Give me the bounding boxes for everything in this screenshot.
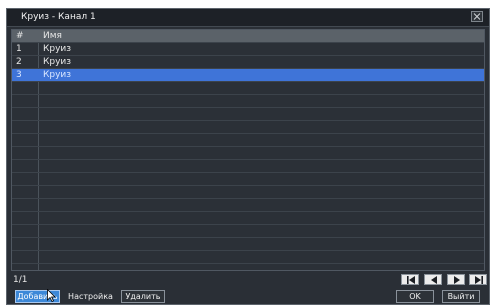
empty-row — [12, 82, 484, 95]
action-bar: Добавить Настройка Удалить OK Выйти — [11, 290, 485, 304]
empty-row — [12, 147, 484, 160]
cruise-dialog: Круиз - Канал 1 # Имя 1 Круиз 2 Круиз 3 … — [6, 8, 490, 305]
next-page-button[interactable] — [447, 274, 465, 285]
row-name: Круиз — [43, 57, 72, 67]
row-name: Круиз — [43, 70, 72, 80]
empty-row — [12, 186, 484, 199]
column-header-name: Имя — [43, 31, 62, 41]
row-name: Круиз — [43, 44, 72, 54]
close-icon — [473, 13, 481, 20]
table-row[interactable]: 1 Круиз — [12, 43, 484, 56]
table-row-selected[interactable]: 3 Круиз — [12, 69, 484, 82]
empty-row — [12, 108, 484, 121]
empty-row — [12, 95, 484, 108]
empty-row — [12, 238, 484, 251]
pagination-bar: 1/1 — [11, 273, 487, 287]
table-row[interactable]: 2 Круиз — [12, 56, 484, 69]
cruise-table: # Имя 1 Круиз 2 Круиз 3 Круиз — [11, 29, 485, 271]
empty-row — [12, 173, 484, 186]
empty-row — [12, 160, 484, 173]
dialog-title: Круиз - Канал 1 — [21, 12, 96, 22]
row-number: 3 — [16, 70, 22, 80]
row-number: 2 — [16, 57, 22, 67]
settings-button[interactable]: Настройка — [64, 290, 117, 303]
last-page-button[interactable] — [469, 274, 487, 285]
title-bar: Круиз - Канал 1 — [7, 9, 489, 27]
row-number: 1 — [16, 44, 22, 54]
close-button[interactable] — [471, 11, 483, 22]
empty-row — [12, 225, 484, 238]
ok-button[interactable]: OK — [396, 290, 434, 303]
prev-page-button[interactable] — [424, 274, 442, 285]
first-page-button[interactable] — [401, 274, 419, 285]
page-indicator: 1/1 — [13, 275, 28, 285]
empty-row — [12, 121, 484, 134]
empty-row — [12, 251, 484, 264]
empty-row — [12, 134, 484, 147]
next-page-icon — [454, 276, 460, 284]
table-header: # Имя — [12, 30, 484, 43]
exit-button[interactable]: Выйти — [442, 290, 480, 303]
mouse-cursor-icon — [47, 289, 56, 302]
column-header-number: # — [16, 31, 24, 41]
empty-row — [12, 199, 484, 212]
last-page-icon — [475, 276, 483, 284]
delete-button[interactable]: Удалить — [121, 290, 165, 303]
first-page-icon — [407, 276, 415, 284]
empty-row — [12, 212, 484, 225]
prev-page-icon — [431, 276, 437, 284]
